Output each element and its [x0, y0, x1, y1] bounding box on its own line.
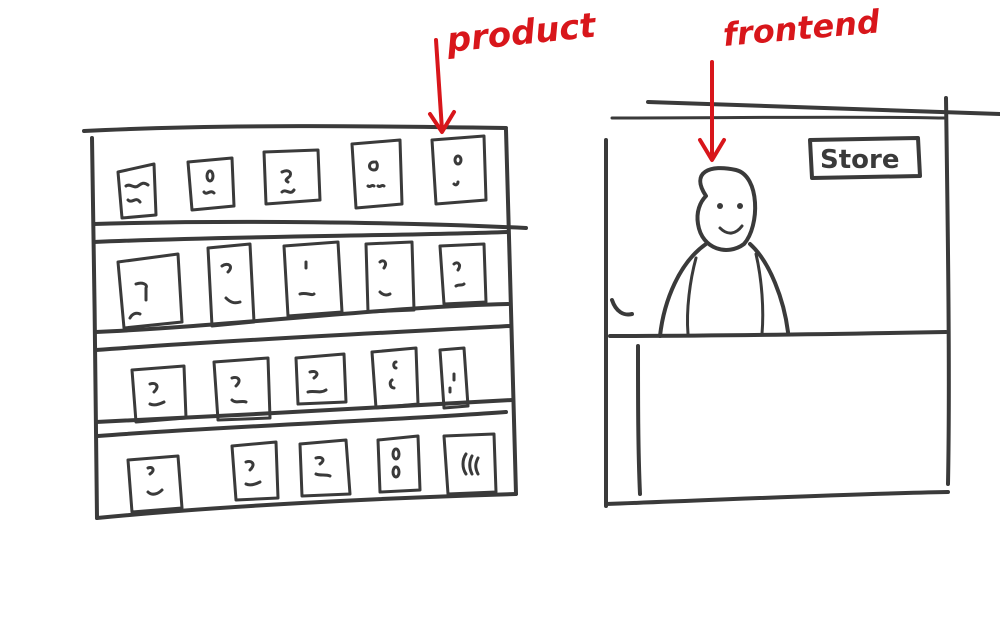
product-box — [130, 364, 188, 424]
product-annotation: product — [428, 5, 600, 134]
booth-left-inner-tick — [610, 298, 634, 317]
frontend-label: frontend — [721, 2, 882, 54]
shopkeeper-figure — [658, 166, 790, 338]
counter-bottom — [604, 490, 950, 506]
shopkeeper-head — [695, 166, 758, 252]
product-box — [262, 148, 322, 206]
product-box — [442, 432, 498, 496]
store-booth: Store — [603, 96, 1000, 508]
counter-inner-left — [636, 344, 642, 496]
shopkeeper-smile — [718, 224, 744, 235]
shelf-board-3-bottom — [96, 410, 508, 438]
shelf-frame-left — [90, 136, 99, 520]
shopkeeper-eye-right — [737, 203, 743, 209]
shopkeeper-eye-left — [717, 203, 723, 209]
sketch-canvas: product Store frontend — [82, 2, 1000, 520]
shelf-board-1-top — [92, 219, 528, 230]
product-label: product — [444, 5, 600, 61]
product-box — [116, 252, 184, 330]
product-box — [438, 346, 470, 410]
shelf-row-1 — [116, 134, 488, 220]
product-box — [206, 242, 256, 328]
product-box — [364, 240, 416, 314]
shopkeeper-arm-right — [754, 252, 765, 336]
product-box — [350, 138, 404, 210]
shelf-board-1-bottom — [92, 230, 510, 244]
product-box — [376, 434, 422, 494]
product-box — [186, 156, 236, 212]
booth-top-inner-line — [610, 115, 946, 120]
product-box — [230, 440, 280, 502]
product-box — [282, 240, 344, 318]
product-arrow — [434, 38, 444, 132]
store-sign-text: Store — [820, 145, 899, 175]
shopkeeper-body-left — [658, 242, 708, 338]
bookshelf — [82, 124, 528, 520]
shelf-row-2 — [116, 240, 488, 330]
shopkeeper-arm-left — [686, 256, 698, 336]
product-box — [126, 454, 184, 514]
shelf-frame-right — [504, 128, 518, 496]
frontend-annotation: frontend — [698, 2, 882, 162]
product-box — [212, 356, 272, 422]
product-box — [116, 162, 158, 220]
store-sign: Store — [808, 136, 922, 180]
product-box — [370, 346, 420, 410]
booth-right-post — [944, 96, 951, 486]
product-box — [438, 242, 488, 306]
product-box — [294, 352, 348, 406]
shelf-frame-bottom — [95, 492, 518, 520]
product-box — [430, 134, 488, 206]
product-box — [298, 438, 352, 498]
